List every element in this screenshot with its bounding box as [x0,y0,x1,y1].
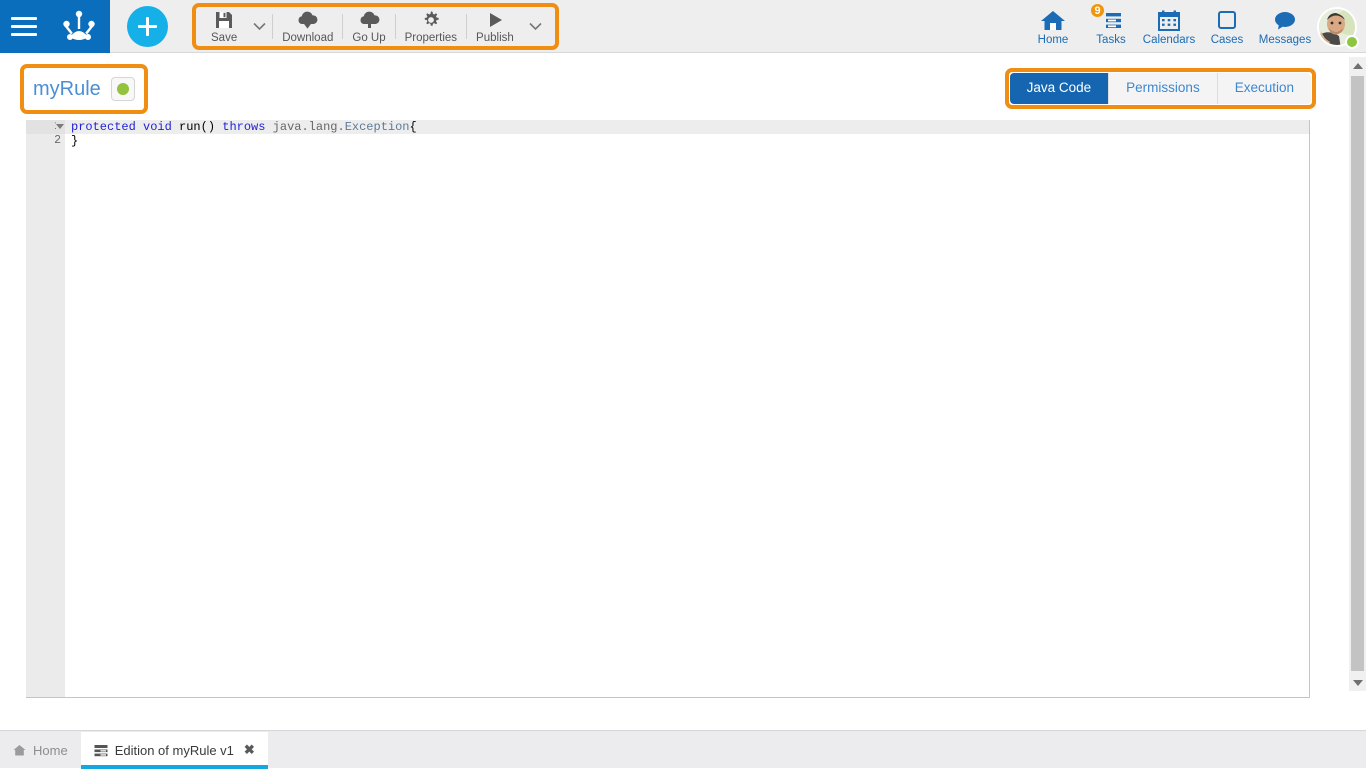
save-dropdown-caret[interactable] [246,7,272,46]
top-bar: Save Download [0,0,1366,53]
tasks-badge: 9 [1089,2,1106,19]
window-list-icon [94,744,108,757]
code-token: protected [71,120,136,134]
chevron-down-icon [529,22,542,31]
taskbar-edition-label: Edition of myRule v1 [115,743,234,758]
vertical-scrollbar[interactable] [1349,57,1366,691]
nav-item-tasks[interactable]: 9 Tasks [1082,0,1140,53]
code-token: Exception [345,120,410,134]
floppy-disk-icon [214,9,234,30]
save-label: Save [211,32,237,44]
nav-item-calendars[interactable]: Calendars [1140,0,1198,53]
save-button[interactable]: Save [202,7,246,46]
chevron-down-icon [253,22,266,31]
page-title-box: myRule [20,64,148,114]
scrollbar-thumb[interactable] [1351,76,1364,671]
speech-bubble-icon [1272,8,1298,32]
taskbar-tab-edition[interactable]: Edition of myRule v1 ✖ [81,732,268,768]
line-number-gutter: 1 2 [26,120,65,698]
tab-execution[interactable]: Execution [1218,73,1311,104]
nav-item-cases[interactable]: Cases [1198,0,1256,53]
code-token: { [410,120,417,134]
nav-item-home[interactable]: Home [1024,0,1082,53]
cloud-download-icon [296,9,319,30]
tabs-container: Java Code Permissions Execution [1005,68,1316,109]
code-line-1: protected void run() throws java.lang.Ex… [65,120,1309,134]
properties-button[interactable]: Properties [396,7,466,46]
avatar[interactable] [1314,0,1360,53]
hamburger-icon[interactable] [11,17,37,36]
code-token: java.lang. [273,120,345,134]
editor-tabs: Java Code Permissions Execution [1010,73,1311,104]
download-button[interactable]: Download [273,7,342,46]
brand-block [0,0,110,53]
code-token [265,120,272,134]
nav-calendars-label: Calendars [1143,34,1195,46]
code-token: throws [222,120,265,134]
taskbar-tab-home[interactable]: Home [0,732,81,768]
document-toolbar: Save Download [192,3,559,50]
nav-tasks-label: Tasks [1096,34,1125,46]
code-token: void [143,120,172,134]
download-label: Download [282,32,333,44]
nav-messages-label: Messages [1259,34,1311,46]
square-case-icon [1215,8,1239,32]
cloud-upload-icon [358,9,381,30]
add-button[interactable] [127,6,168,47]
scroll-up-arrow-icon[interactable] [1349,57,1366,74]
publish-dropdown-caret[interactable] [523,7,549,46]
rule-status-indicator[interactable] [111,77,135,101]
tab-permissions[interactable]: Permissions [1109,73,1218,104]
play-triangle-icon [485,9,505,30]
code-editor-panel[interactable]: 1 2 protected void run() throws java.lan… [26,120,1310,698]
code-token: } [71,134,78,148]
go-up-label: Go Up [352,32,385,44]
status-badge-online [1345,35,1359,49]
properties-label: Properties [405,32,457,44]
scroll-down-arrow-icon[interactable] [1349,674,1366,691]
code-token [136,120,143,134]
code-token: run() [172,120,222,134]
page-title: myRule [33,78,101,100]
gear-icon [421,9,441,30]
publish-button[interactable]: Publish [467,7,523,46]
top-navigation: Home 9 Tasks [1024,0,1360,53]
calendar-icon [1157,8,1181,32]
close-icon[interactable]: ✖ [244,742,255,758]
line-number: 2 [26,134,65,148]
house-icon [13,744,26,757]
publish-label: Publish [476,32,514,44]
frog-foot-logo[interactable] [59,9,99,45]
nav-cases-label: Cases [1211,34,1244,46]
code-content[interactable]: protected void run() throws java.lang.Ex… [65,120,1309,698]
code-fold-toggle[interactable] [56,120,65,134]
tab-java-code[interactable]: Java Code [1010,73,1110,104]
bottom-taskbar: Home Edition of myRule v1 ✖ [0,730,1366,768]
house-icon [1040,8,1066,32]
taskbar-home-label: Home [33,743,68,758]
code-line-2: } [65,134,1309,148]
nav-item-messages[interactable]: Messages [1256,0,1314,53]
nav-home-label: Home [1038,34,1069,46]
go-up-button[interactable]: Go Up [343,7,394,46]
